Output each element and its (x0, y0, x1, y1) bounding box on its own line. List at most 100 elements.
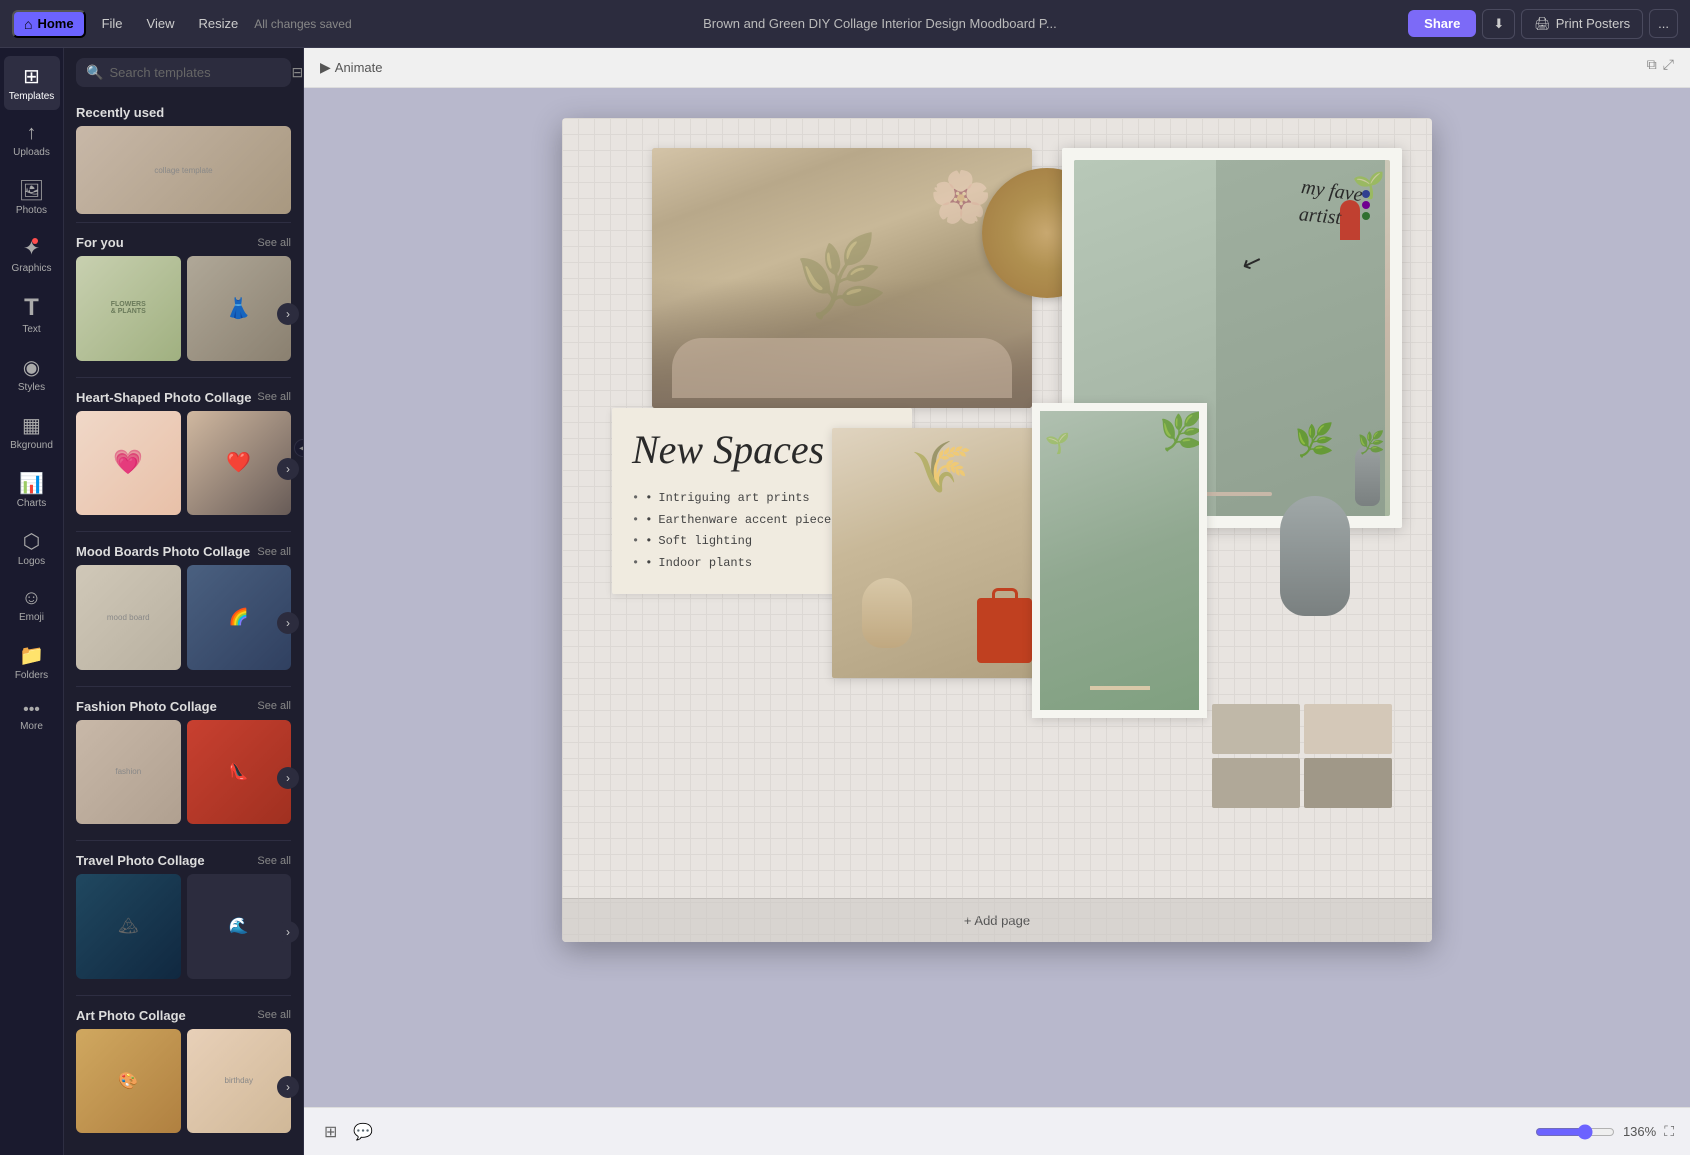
vase-sculpture: 🌿 (1272, 416, 1357, 616)
search-bar: 🔍 ⊟ (64, 48, 303, 97)
sidebar-item-emoji[interactable]: ☺ Emoji (4, 579, 60, 631)
heart-see-all[interactable]: See all (257, 391, 291, 403)
bottombar: ⊞ 💬 136% ⛶ (304, 1107, 1690, 1155)
animate-button[interactable]: ▶ Animate (320, 59, 382, 76)
template-thumb-2[interactable]: 👗 (187, 256, 292, 361)
photo-tall[interactable]: 🌿 🌱 (1032, 403, 1207, 718)
template-thumb-mood-1[interactable]: mood board (76, 565, 181, 670)
text-icon: T (24, 294, 39, 322)
for-you-title: For you (76, 235, 124, 250)
template-thumb-art-1[interactable]: 🎨 (76, 1029, 181, 1134)
grid-view-button[interactable]: ⊞ (320, 1118, 341, 1146)
sidebar-item-photos[interactable]: 🖼 Photos (4, 170, 60, 224)
mood-section-title: Mood Boards Photo Collage (76, 544, 250, 559)
filter-icon[interactable]: ⊟ (291, 64, 303, 81)
sidebar-item-charts[interactable]: 📊 Charts (4, 463, 60, 517)
travel-next-button[interactable]: › (277, 921, 299, 943)
template-thumb-travel-1[interactable]: 🏔 (76, 874, 181, 979)
photo-vase[interactable]: 🌾 (832, 428, 1052, 678)
swatch-1 (1212, 704, 1300, 754)
art-section: 🎨 birthday › (64, 1029, 303, 1146)
canvas-area: ▶ Animate ⧉ ⤢ (304, 48, 1690, 1155)
art-grid: 🎨 birthday (64, 1029, 303, 1146)
topbar-actions: Share ⬇ 🖨 Print Posters ... (1408, 9, 1678, 39)
resize-button[interactable]: Resize (191, 12, 247, 35)
sidebar-item-styles[interactable]: ◉ Styles (4, 347, 60, 401)
heart-section-title: Heart-Shaped Photo Collage (76, 390, 252, 405)
sidebar-item-logos[interactable]: ⬡ Logos (4, 521, 60, 575)
template-thumb-art-2[interactable]: birthday (187, 1029, 292, 1134)
art-next-button[interactable]: › (277, 1076, 299, 1098)
swatch-2 (1304, 704, 1392, 754)
template-thumb-heart-1[interactable]: 💗 (76, 411, 181, 516)
art-section-title: Art Photo Collage (76, 1008, 186, 1023)
canvas-content: 🌿 🌸 (562, 118, 1432, 898)
sidebar-item-folders[interactable]: 📁 Folders (4, 635, 60, 689)
template-thumb-fashion-1[interactable]: fashion (76, 720, 181, 825)
recently-used-header: Recently used (64, 97, 303, 126)
fashion-next-button[interactable]: › (277, 767, 299, 789)
handwriting-text: my fave artist (1298, 175, 1364, 232)
recently-used-thumb[interactable]: collage template (76, 126, 291, 214)
canvas-scroll[interactable]: ⧉ ⤢ 🌿 🌸 (304, 88, 1690, 1107)
photo-flowers[interactable]: 🌿 🌸 (652, 148, 1032, 408)
sidebar-item-background[interactable]: ▦ Bkground (4, 405, 60, 459)
zoom-slider[interactable] (1535, 1124, 1615, 1140)
search-input[interactable] (109, 65, 285, 80)
search-input-wrap: 🔍 ⊟ (76, 58, 291, 87)
comment-button[interactable]: 💬 (349, 1118, 377, 1146)
travel-see-all[interactable]: See all (257, 855, 291, 867)
art-see-all[interactable]: See all (257, 1009, 291, 1021)
add-page-bar: + Add page (562, 898, 1432, 942)
print-button[interactable]: 🖨 Print Posters (1521, 9, 1643, 39)
template-thumb-heart-2[interactable]: ❤️ (187, 411, 292, 516)
sidebar-item-more[interactable]: ••• More (4, 693, 60, 740)
sidebar-item-templates[interactable]: ⊞ Templates (4, 56, 60, 110)
animate-label: Animate (335, 60, 383, 75)
zoom-expand-button[interactable]: ⛶ (1664, 1123, 1674, 1140)
photos-label: Photos (16, 205, 47, 216)
for-you-see-all[interactable]: See all (257, 237, 291, 249)
fashion-grid: fashion 👠 (64, 720, 303, 837)
for-you-next-button[interactable]: › (277, 303, 299, 325)
recently-used-title: Recently used (76, 105, 164, 120)
design-canvas[interactable]: 🌿 🌸 (562, 118, 1432, 942)
template-thumb-mood-2[interactable]: 🌈 (187, 565, 292, 670)
template-thumb-travel-2[interactable]: 🌊 (187, 874, 292, 979)
file-button[interactable]: File (94, 12, 131, 35)
heart-section-header: Heart-Shaped Photo Collage See all (64, 382, 303, 411)
emoji-icon: ☺ (21, 587, 41, 610)
main-layout: ⊞ Templates ↑ Uploads 🖼 Photos ✦ Graphic… (0, 48, 1690, 1155)
graphics-label: Graphics (11, 263, 51, 274)
download-button[interactable]: ⬇ (1482, 9, 1515, 39)
swatch-3 (1212, 758, 1300, 808)
templates-sidebar: ◀ 🔍 ⊟ Recently used collage template For… (64, 48, 304, 1155)
fashion-section-header: Fashion Photo Collage See all (64, 691, 303, 720)
fashion-section: fashion 👠 › (64, 720, 303, 837)
swatch-4 (1304, 758, 1392, 808)
mood-see-all[interactable]: See all (257, 546, 291, 558)
template-thumb-fashion-2[interactable]: 👠 (187, 720, 292, 825)
templates-label: Templates (9, 91, 55, 102)
folders-icon: 📁 (19, 643, 44, 668)
share-button[interactable]: Share (1408, 10, 1476, 37)
photos-icon: 🖼 (19, 178, 44, 203)
background-icon: ▦ (22, 413, 41, 438)
folders-label: Folders (15, 670, 48, 681)
search-icon: 🔍 (86, 64, 103, 81)
heart-next-button[interactable]: › (277, 458, 299, 480)
home-button[interactable]: ⌂ Home (12, 10, 86, 38)
add-page-button[interactable]: + Add page (964, 913, 1030, 928)
sidebar-item-graphics[interactable]: ✦ Graphics (4, 228, 60, 282)
fashion-see-all[interactable]: See all (257, 700, 291, 712)
more-options-button[interactable]: ... (1649, 9, 1678, 38)
heart-section: 💗 ❤️ › (64, 411, 303, 528)
mood-next-button[interactable]: › (277, 612, 299, 634)
view-button[interactable]: View (139, 12, 183, 35)
for-you-section: FLOWERS& PLANTS 👗 › (64, 256, 303, 373)
uploads-label: Uploads (13, 147, 50, 158)
template-thumb-1[interactable]: FLOWERS& PLANTS (76, 256, 181, 361)
sidebar-item-text[interactable]: T Text (4, 286, 60, 343)
sidebar-item-uploads[interactable]: ↑ Uploads (4, 114, 60, 166)
color-swatches (1212, 704, 1392, 808)
